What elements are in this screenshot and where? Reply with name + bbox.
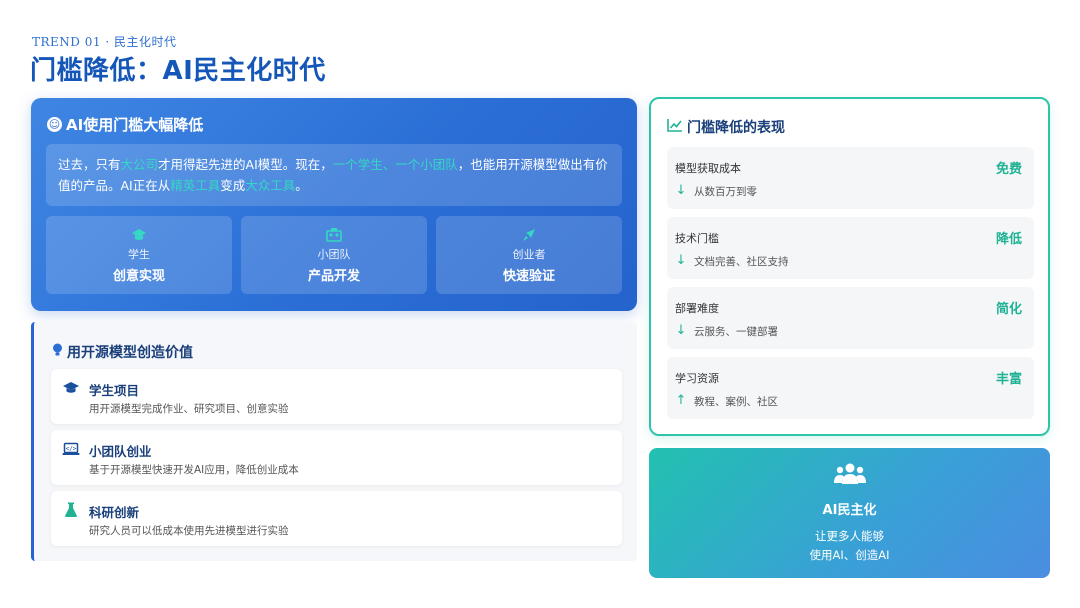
tile-small-team: 小团队 产品开发 bbox=[241, 216, 427, 294]
tile-sub: 学生 bbox=[128, 248, 150, 261]
hero-title: AI使用门槛大幅降低 bbox=[66, 116, 204, 134]
metric-desc: 从数百万到零 bbox=[694, 186, 757, 198]
metric-label: 部署难度 bbox=[675, 302, 719, 315]
value-item-desc: 用开源模型完成作业、研究项目、创意实验 bbox=[89, 403, 289, 415]
value-item-desc: 研究人员可以低成本使用先进模型进行实验 bbox=[89, 525, 289, 537]
value-header: 用开源模型创造价值 bbox=[52, 342, 193, 362]
rocket-icon bbox=[520, 226, 538, 244]
metric-label: 学习资源 bbox=[675, 372, 719, 385]
tile-student: 学生 创意实现 bbox=[46, 216, 232, 294]
metric-value: 免费 bbox=[995, 162, 1022, 177]
trend-kicker: TREND 01 · 民主化时代 bbox=[32, 35, 177, 49]
users-icon bbox=[649, 462, 1050, 486]
metric-value: 丰富 bbox=[995, 372, 1022, 387]
democratization-line-1: 让更多人能够 bbox=[815, 529, 884, 543]
metric-row: 部署难度 简化 ↓ 云服务、一键部署 bbox=[667, 287, 1034, 349]
tile-founder: 创业者 快速验证 bbox=[436, 216, 622, 294]
hero-header: ☺ AI使用门槛大幅降低 bbox=[47, 114, 203, 135]
flask-icon bbox=[61, 501, 81, 519]
svg-text:</>: </> bbox=[66, 446, 77, 453]
arrow-down-icon: ↓ bbox=[675, 253, 687, 268]
metric-desc: 云服务、一键部署 bbox=[694, 326, 778, 338]
graduation-cap-icon bbox=[61, 379, 81, 397]
value-item-team: </> 小团队创业 基于开源模型快速开发AI应用，降低创业成本 bbox=[51, 430, 622, 485]
metric-row: 学习资源 丰富 ↑ 教程、案例、社区 bbox=[667, 357, 1034, 419]
value-item-title: 学生项目 bbox=[89, 383, 140, 398]
page-title: 门槛降低：AI民主化时代 bbox=[30, 56, 326, 86]
tile-main: 快速验证 bbox=[502, 269, 555, 284]
value-title: 用开源模型创造价值 bbox=[67, 345, 193, 361]
team-icon bbox=[325, 226, 343, 244]
laptop-code-icon: </> bbox=[61, 440, 81, 458]
hero-card: ☺ AI使用门槛大幅降低 过去，只有大公司才用得起先进的AI模型。现在，一个学生… bbox=[31, 98, 637, 311]
value-item-student: 学生项目 用开源模型完成作业、研究项目、创意实验 bbox=[51, 369, 622, 424]
value-item-title: 小团队创业 bbox=[89, 444, 152, 459]
value-item-desc: 基于开源模型快速开发AI应用，降低创业成本 bbox=[89, 464, 299, 476]
hero-tiles: 学生 创意实现 小团队 产品开发 创业者 快速验证 bbox=[46, 216, 622, 294]
metric-row: 模型获取成本 免费 ↓ 从数百万到零 bbox=[667, 147, 1034, 209]
hero-description: 过去，只有大公司才用得起先进的AI模型。现在，一个学生、一个小团队，也能用开源模… bbox=[46, 144, 622, 206]
accessibility-icon: ☺ bbox=[47, 117, 62, 132]
metric-desc: 教程、案例、社区 bbox=[694, 396, 778, 408]
democratization-card: AI民主化 让更多人能够 使用AI、创造AI bbox=[649, 448, 1050, 578]
metric-row: 技术门槛 降低 ↓ 文档完善、社区支持 bbox=[667, 217, 1034, 279]
value-card: 用开源模型创造价值 学生项目 用开源模型完成作业、研究项目、创意实验 </> 小… bbox=[31, 322, 637, 561]
metric-value: 降低 bbox=[995, 232, 1022, 247]
metric-desc: 文档完善、社区支持 bbox=[694, 256, 789, 268]
tile-sub: 创业者 bbox=[512, 248, 546, 261]
democratization-title: AI民主化 bbox=[822, 503, 877, 518]
lightbulb-icon bbox=[52, 343, 63, 361]
tile-main: 创意实现 bbox=[112, 269, 165, 284]
metric-value: 简化 bbox=[995, 302, 1022, 317]
value-item-title: 科研创新 bbox=[89, 505, 140, 520]
metric-label: 技术门槛 bbox=[675, 232, 719, 245]
manifestations-title: 门槛降低的表现 bbox=[687, 120, 785, 136]
tile-sub: 小团队 bbox=[317, 248, 351, 261]
manifestations-header: 门槛降低的表现 bbox=[667, 117, 785, 137]
arrow-down-icon: ↓ bbox=[675, 323, 687, 338]
line-chart-icon bbox=[667, 118, 683, 136]
graduation-cap-icon bbox=[130, 226, 148, 244]
arrow-up-icon: ↑ bbox=[675, 393, 687, 408]
manifestations-card: 门槛降低的表现 模型获取成本 免费 ↓ 从数百万到零 技术门槛 降低 ↓ 文档完… bbox=[649, 97, 1050, 436]
metric-label: 模型获取成本 bbox=[675, 162, 741, 175]
arrow-down-icon: ↓ bbox=[675, 183, 687, 198]
democratization-line-2: 使用AI、创造AI bbox=[809, 548, 890, 562]
tile-main: 产品开发 bbox=[307, 269, 360, 284]
value-item-research: 科研创新 研究人员可以低成本使用先进模型进行实验 bbox=[51, 491, 622, 546]
